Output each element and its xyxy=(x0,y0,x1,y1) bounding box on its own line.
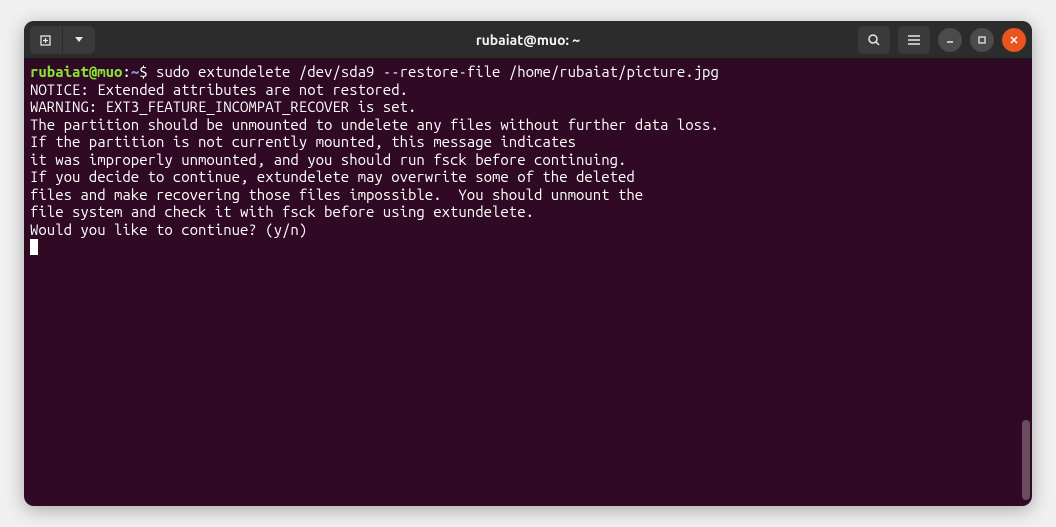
maximize-button[interactable] xyxy=(970,28,994,52)
search-icon xyxy=(867,33,881,47)
output-line: file system and check it with fsck befor… xyxy=(30,203,1026,221)
output-line: The partition should be unmounted to und… xyxy=(30,116,1026,134)
prompt-at: @ xyxy=(89,63,97,80)
terminal-body[interactable]: rubaiat@muo:~$ sudo extundelete /dev/sda… xyxy=(24,59,1032,506)
chevron-down-icon xyxy=(75,37,83,43)
window-title: rubaiat@muo: ~ xyxy=(476,32,580,48)
prompt-user: rubaiat xyxy=(30,63,89,80)
terminal-window: rubaiat@muo: ~ xyxy=(24,21,1032,506)
minimize-button[interactable] xyxy=(938,28,962,52)
titlebar: rubaiat@muo: ~ xyxy=(24,21,1032,59)
titlebar-right-controls xyxy=(858,26,1026,54)
close-button[interactable] xyxy=(1002,28,1026,52)
scrollbar[interactable] xyxy=(1022,420,1030,500)
close-icon xyxy=(1009,35,1019,45)
hamburger-icon xyxy=(907,34,921,46)
cursor-line xyxy=(30,238,1026,256)
output-line: Would you like to continue? (y/n) xyxy=(30,221,1026,239)
output-line: it was improperly unmounted, and you sho… xyxy=(30,151,1026,169)
output-line: NOTICE: Extended attributes are not rest… xyxy=(30,81,1026,99)
menu-button[interactable] xyxy=(898,26,930,54)
prompt-colon: : xyxy=(122,63,130,80)
maximize-icon xyxy=(977,35,987,45)
new-tab-dropdown[interactable] xyxy=(63,26,95,54)
prompt-line: rubaiat@muo:~$ sudo extundelete /dev/sda… xyxy=(30,63,1026,81)
cursor xyxy=(30,239,38,255)
output-line: If the partition is not currently mounte… xyxy=(30,133,1026,151)
command-text: sudo extundelete /dev/sda9 --restore-fil… xyxy=(148,63,719,80)
output-line: WARNING: EXT3_FEATURE_INCOMPAT_RECOVER i… xyxy=(30,98,1026,116)
prompt-dollar: $ xyxy=(139,63,147,80)
output-line: files and make recovering those files im… xyxy=(30,186,1026,204)
prompt-host: muo xyxy=(97,63,122,80)
titlebar-left-controls xyxy=(30,26,95,54)
new-tab-button[interactable] xyxy=(30,26,62,54)
prompt-path: ~ xyxy=(131,63,139,80)
output-line: If you decide to continue, extundelete m… xyxy=(30,168,1026,186)
minimize-icon xyxy=(945,35,955,45)
search-button[interactable] xyxy=(858,26,890,54)
